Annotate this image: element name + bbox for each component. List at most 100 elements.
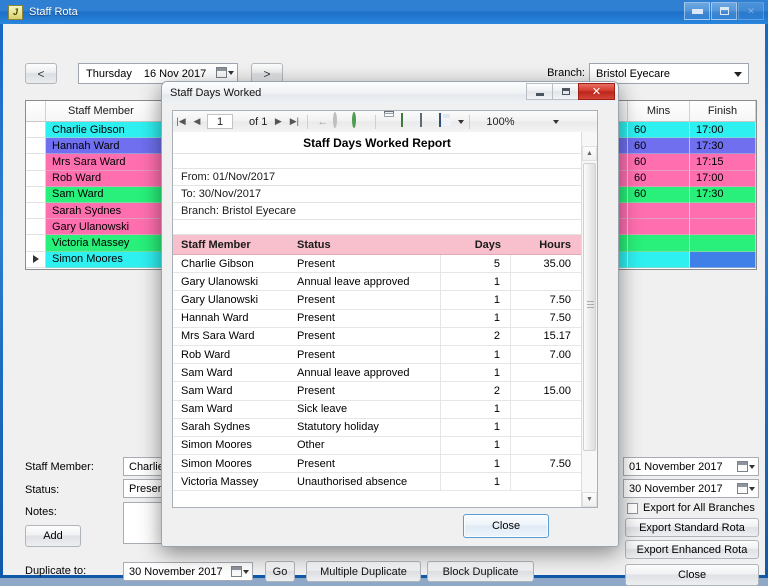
cell-mins: 60 (628, 170, 690, 187)
current-row-icon (32, 255, 39, 264)
maximize-button[interactable] (711, 2, 737, 20)
report-viewer-toolbar: |◀ ◀ 1 of 1 ▶ ▶| ← 100% (173, 111, 597, 133)
report-cell-days: 1 (441, 473, 511, 491)
export-icon[interactable] (439, 112, 456, 130)
go-button[interactable]: Go (265, 561, 295, 582)
report-cell-days: 1 (441, 345, 511, 364)
dialog-body: |◀ ◀ 1 of 1 ▶ ▶| ← 100% Staff Days Worke… (162, 104, 618, 546)
multiple-duplicate-button[interactable]: Multiple Duplicate (306, 561, 421, 582)
report-cell-name: Charlie Gibson (181, 257, 254, 270)
export-date-to-dropdown[interactable] (737, 483, 755, 494)
report-cell-days: 1 (441, 309, 511, 327)
report-col-status: Status (297, 238, 331, 251)
first-page-icon[interactable]: |◀ (173, 114, 189, 130)
branch-label: Branch: (547, 67, 585, 79)
export-date-to[interactable]: 30 November 2017 (623, 479, 759, 498)
report-row: Sam Ward Sick leave 1 (173, 400, 581, 419)
chevron-down-icon (734, 72, 742, 77)
dialog-close-button[interactable]: ✕ (578, 83, 615, 100)
scrollbar-top-marker (584, 133, 595, 144)
export-date-from-dropdown[interactable] (737, 461, 755, 472)
page-number-input[interactable]: 1 (207, 114, 233, 129)
minimize-icon (535, 93, 544, 96)
calendar-icon (737, 461, 748, 472)
dialog-close-action-button[interactable]: Close (463, 514, 549, 538)
refresh-icon[interactable] (352, 111, 369, 130)
date-value-label: 16 Nov 2017 (143, 67, 207, 80)
prev-page-icon[interactable]: ◀ (189, 114, 205, 130)
report-cell-hours: 7.50 (549, 293, 571, 306)
report-cell-name: Gary Ulanowski (181, 275, 259, 288)
report-cell-status: Present (293, 255, 441, 273)
report-cell-status: Unauthorised absence (293, 473, 441, 491)
report-cell-days: 1 (441, 364, 511, 382)
export-all-branches-checkbox[interactable]: Export for All Branches (627, 502, 755, 514)
close-window-button[interactable]: Close (625, 564, 759, 586)
block-duplicate-button[interactable]: Block Duplicate (427, 561, 534, 582)
row-selector[interactable] (26, 202, 46, 220)
export-date-from[interactable]: 01 November 2017 (623, 457, 759, 476)
last-page-icon[interactable]: ▶| (286, 114, 302, 130)
calendar-icon (216, 67, 227, 78)
report-cell-hours (511, 401, 581, 418)
export-dropdown-icon[interactable] (458, 119, 465, 124)
cell-mins (628, 251, 690, 268)
report-cell-status: Present (293, 455, 441, 473)
next-page-icon[interactable]: ▶ (270, 114, 286, 130)
row-selector[interactable] (26, 138, 46, 155)
report-branch-line: Branch: Bristol Eyecare (173, 203, 581, 220)
row-selector[interactable] (26, 219, 46, 236)
row-selector[interactable] (26, 170, 46, 187)
date-day-label: Thursday (86, 67, 132, 80)
back-icon[interactable]: ← (314, 114, 331, 130)
previous-day-button[interactable]: < (25, 63, 57, 84)
report-vertical-scrollbar[interactable]: ▲ ▼ (581, 132, 597, 507)
report-cell-status: Present (293, 291, 441, 309)
report-cell-hours (511, 437, 581, 454)
export-standard-rota-button[interactable]: Export Standard Rota (625, 518, 759, 537)
row-selector[interactable] (26, 186, 46, 203)
cell-finish (690, 219, 756, 236)
report-col-days: Days (474, 238, 501, 251)
date-picker-dropdown[interactable] (216, 67, 234, 78)
dialog-maximize-button[interactable] (552, 83, 579, 100)
chevron-down-icon (749, 486, 755, 491)
row-selector[interactable] (26, 122, 46, 139)
zoom-select[interactable]: 100% (481, 114, 560, 129)
export-enhanced-rota-button[interactable]: Export Enhanced Rota (625, 540, 759, 559)
report-cell-status: Annual leave approved (293, 364, 441, 382)
report-cell-days: 1 (441, 436, 511, 455)
row-selector[interactable] (26, 235, 46, 252)
report-row: Sam Ward Annual leave approved 1 (173, 364, 581, 383)
report-row: Mrs Sara Ward Present 2 15.17 (173, 327, 581, 346)
duplicate-date-dropdown[interactable] (231, 566, 249, 577)
row-selector[interactable] (26, 251, 46, 268)
report-cell-name: Simon Moores (181, 457, 252, 470)
window-title: Staff Rota (29, 6, 78, 18)
client-area: < Thursday 16 Nov 2017 > Branch: Bristol… (3, 24, 765, 586)
dialog-minimize-button[interactable] (526, 83, 553, 100)
page-setup-icon[interactable] (401, 112, 418, 130)
dialog-window-controls: ✕ (526, 83, 615, 100)
report-spacer (173, 220, 581, 235)
minimize-button[interactable] (684, 2, 710, 20)
report-cell-name: Victoria Massey (181, 475, 259, 488)
print-layout-icon[interactable] (420, 112, 437, 130)
scroll-up-button[interactable]: ▲ (582, 146, 597, 161)
report-viewer: |◀ ◀ 1 of 1 ▶ ▶| ← 100% Staff Days Worke… (172, 110, 598, 508)
duplicate-date-picker[interactable]: 30 November 2017 (123, 562, 253, 581)
row-selector[interactable] (26, 154, 46, 171)
report-cell-hours: 7.50 (549, 457, 571, 470)
scroll-down-button[interactable]: ▼ (582, 492, 597, 507)
chevron-down-icon (243, 569, 249, 574)
grid-header-finish[interactable]: Finish (690, 101, 756, 121)
scrollbar-thumb[interactable] (583, 163, 596, 451)
report-cell-hours (511, 473, 581, 490)
page-count-label: of 1 (249, 115, 268, 128)
print-icon[interactable] (382, 114, 399, 130)
grid-header-mins[interactable]: Mins (628, 101, 690, 121)
report-row: Simon Moores Present 1 7.50 (173, 455, 581, 474)
add-button[interactable]: Add (25, 525, 81, 547)
close-button[interactable]: ✕ (738, 2, 764, 20)
report-row: Charlie Gibson Present 5 35.00 (173, 255, 581, 274)
